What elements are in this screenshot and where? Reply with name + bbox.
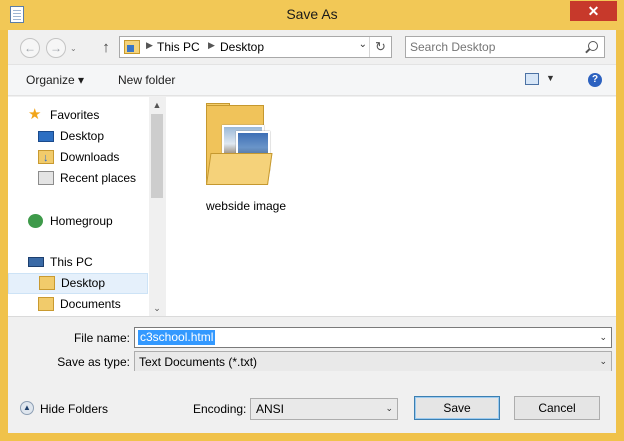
documents-folder-icon [38,297,54,311]
recent-places-icon [38,171,54,185]
back-button[interactable]: ← [20,38,40,58]
nav-downloads-label: Downloads [60,150,120,164]
nav-documents[interactable]: Documents [8,294,148,315]
encoding-value: ANSI [256,402,285,416]
nav-favorites-label: Favorites [50,108,100,122]
scroll-down-arrow-icon[interactable]: ⌄ [149,300,165,316]
search-box[interactable] [405,36,605,58]
nav-recent-places-label: Recent places [60,171,137,185]
up-button[interactable]: ↑ [96,38,116,58]
hide-folders-label: Hide Folders [40,402,109,416]
command-bar: Organize ▾ New folder ▼ ? [8,64,616,96]
nav-homegroup[interactable]: Homegroup [8,211,148,232]
breadcrumb-separator-icon[interactable]: ▶ [208,40,215,51]
forward-button[interactable]: → [46,38,66,58]
save-as-dialog: Save As ✕ ← → ⌄ ↑ ▶ This PC ▶ Desktop ⌄ … [0,0,624,441]
file-fields: File name: c3school.html ⌄ Save as type:… [8,316,616,372]
dialog-footer: ▲ Hide Folders Encoding: ANSI ⌄ Save Can… [8,371,616,433]
nav-desktop[interactable]: Desktop [8,126,148,147]
collapse-arrow-icon: ▲ [20,401,34,415]
file-name-field[interactable]: c3school.html ⌄ [134,327,612,348]
breadcrumb-desktop[interactable]: Desktop [220,40,264,54]
computer-icon [28,257,44,267]
save-as-type-select[interactable]: Text Documents (*.txt) ⌄ [134,351,612,372]
breadcrumb-this-pc[interactable]: This PC [157,40,200,54]
window-title: Save As [286,6,338,22]
dialog-body: ← → ⌄ ↑ ▶ This PC ▶ Desktop ⌄ ↻ Organize… [8,30,616,433]
save-as-type-value: Text Documents (*.txt) [139,355,258,369]
this-pc-folder-icon [124,40,140,54]
navigation-pane: ★ Favorites Desktop Downloads Recent pla… [8,97,165,316]
search-input[interactable] [410,39,580,55]
encoding-select[interactable]: ANSI ⌄ [250,398,398,420]
desktop-folder-icon [39,276,55,290]
save-as-type-label: Save as type: [57,355,130,369]
search-icon [588,41,598,51]
encoding-dropdown-icon[interactable]: ⌄ [385,403,393,414]
downloads-folder-icon [38,148,54,169]
nav-recent-places[interactable]: Recent places [8,168,148,189]
new-folder-button[interactable]: New folder [118,73,175,87]
nav-desktop-selected-label: Desktop [61,276,106,290]
scrollbar-thumb[interactable] [151,114,163,198]
nav-this-pc[interactable]: This PC [8,252,148,273]
save-as-type-dropdown-icon[interactable]: ⌄ [599,356,607,367]
nav-favorites[interactable]: ★ Favorites [8,105,148,126]
homegroup-icon [28,214,43,228]
help-icon[interactable]: ? [588,73,602,87]
title-bar: Save As ✕ [0,0,624,30]
save-button[interactable]: Save [414,396,500,420]
nav-scrollbar[interactable]: ▲ ⌄ [149,97,165,316]
file-list: webside image [166,97,616,316]
nav-desktop-selected[interactable]: Desktop [8,273,148,294]
nav-downloads[interactable]: Downloads [8,147,148,169]
organize-button[interactable]: Organize ▾ [26,73,84,87]
nav-desktop-label: Desktop [60,129,105,143]
encoding-label: Encoding: [193,402,247,416]
scroll-up-arrow-icon[interactable]: ▲ [149,97,165,113]
view-options-dropdown-icon[interactable]: ▼ [546,73,555,83]
desktop-icon [38,131,54,142]
cancel-button[interactable]: Cancel [514,396,600,420]
file-name-dropdown-icon[interactable]: ⌄ [599,332,607,343]
nav-homegroup-label: Homegroup [50,214,113,228]
file-name-label: File name: [73,331,130,345]
folder-label: webside image [205,199,287,213]
folder-item[interactable]: webside image [196,103,296,213]
nav-this-pc-label: This PC [50,255,93,269]
star-icon: ★ [28,106,42,123]
address-bar[interactable]: ▶ This PC ▶ Desktop ⌄ ↻ [119,36,392,58]
nav-documents-label: Documents [60,297,121,311]
change-view-icon[interactable] [525,73,539,85]
folder-front [206,153,273,185]
refresh-button[interactable]: ↻ [369,37,391,57]
close-button[interactable]: ✕ [570,1,617,21]
file-name-value[interactable]: c3school.html [138,330,216,345]
recent-locations-chevron-icon[interactable]: ⌄ [70,44,77,53]
address-dropdown-icon[interactable]: ⌄ [359,39,367,50]
breadcrumb-separator-icon[interactable]: ▶ [146,40,153,51]
